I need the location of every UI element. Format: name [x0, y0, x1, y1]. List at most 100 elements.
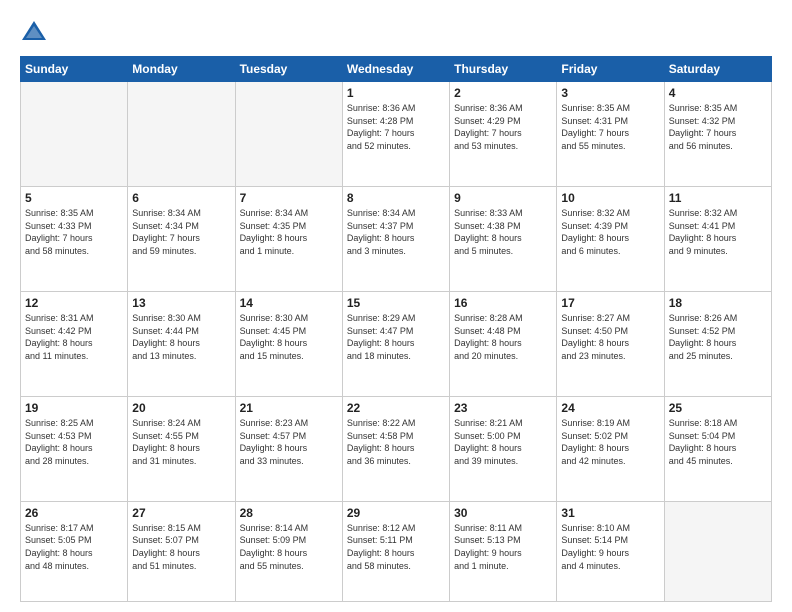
- calendar-cell: 20 Sunrise: 8:24 AM Sunset: 4:55 PM Dayli…: [128, 396, 235, 501]
- day-number: 19: [25, 401, 123, 415]
- calendar-cell: 26Sunrise: 8:17 AM Sunset: 5:05 PM Dayli…: [21, 501, 128, 601]
- calendar-week-row: 1Sunrise: 8:36 AM Sunset: 4:28 PM Daylig…: [21, 82, 772, 187]
- calendar-cell: 24 Sunrise: 8:19 AM Sunset: 5:02 PM Dayli…: [557, 396, 664, 501]
- calendar-cell: [235, 82, 342, 187]
- day-info: Sunrise: 8:25 AM Sunset: 4:53 PM Dayligh…: [25, 417, 123, 467]
- day-info: Sunrise: 8:35 AM Sunset: 4:33 PM Dayligh…: [25, 207, 123, 257]
- day-info: Sunrise: 8:34 AM Sunset: 4:37 PM Dayligh…: [347, 207, 445, 257]
- calendar-cell: 3Sunrise: 8:35 AM Sunset: 4:31 PM Daylig…: [557, 82, 664, 187]
- calendar-cell: 25 Sunrise: 8:18 AM Sunset: 5:04 PM Dayli…: [664, 396, 771, 501]
- day-number: 16: [454, 296, 552, 310]
- day-number: 8: [347, 191, 445, 205]
- day-number: 31: [561, 506, 659, 520]
- weekday-header-tuesday: Tuesday: [235, 57, 342, 82]
- calendar-cell: 21 Sunrise: 8:23 AM Sunset: 4:57 PM Dayli…: [235, 396, 342, 501]
- calendar-week-row: 12 Sunrise: 8:31 AM Sunset: 4:42 PM Dayli…: [21, 291, 772, 396]
- day-info: Sunrise: 8:26 AM Sunset: 4:52 PM Dayligh…: [669, 312, 767, 362]
- weekday-header-sunday: Sunday: [21, 57, 128, 82]
- day-info: Sunrise: 8:34 AM Sunset: 4:35 PM Dayligh…: [240, 207, 338, 257]
- calendar-cell: 22Sunrise: 8:22 AM Sunset: 4:58 PM Dayli…: [342, 396, 449, 501]
- calendar-cell: 14 Sunrise: 8:30 AM Sunset: 4:45 PM Dayli…: [235, 291, 342, 396]
- day-number: 7: [240, 191, 338, 205]
- day-number: 24: [561, 401, 659, 415]
- day-number: 6: [132, 191, 230, 205]
- day-info: Sunrise: 8:33 AM Sunset: 4:38 PM Dayligh…: [454, 207, 552, 257]
- day-info: Sunrise: 8:32 AM Sunset: 4:39 PM Dayligh…: [561, 207, 659, 257]
- day-info: Sunrise: 8:30 AM Sunset: 4:44 PM Dayligh…: [132, 312, 230, 362]
- day-number: 21: [240, 401, 338, 415]
- day-number: 10: [561, 191, 659, 205]
- day-number: 9: [454, 191, 552, 205]
- day-info: Sunrise: 8:36 AM Sunset: 4:29 PM Dayligh…: [454, 102, 552, 152]
- calendar-week-row: 5 Sunrise: 8:35 AM Sunset: 4:33 PM Daylig…: [21, 186, 772, 291]
- calendar-cell: 6 Sunrise: 8:34 AM Sunset: 4:34 PM Daylig…: [128, 186, 235, 291]
- day-number: 20: [132, 401, 230, 415]
- calendar-cell: 31 Sunrise: 8:10 AM Sunset: 5:14 PM Dayli…: [557, 501, 664, 601]
- calendar-cell: 27 Sunrise: 8:15 AM Sunset: 5:07 PM Dayli…: [128, 501, 235, 601]
- day-info: Sunrise: 8:21 AM Sunset: 5:00 PM Dayligh…: [454, 417, 552, 467]
- day-info: Sunrise: 8:11 AM Sunset: 5:13 PM Dayligh…: [454, 522, 552, 572]
- calendar-cell: 5 Sunrise: 8:35 AM Sunset: 4:33 PM Daylig…: [21, 186, 128, 291]
- calendar-cell: 28 Sunrise: 8:14 AM Sunset: 5:09 PM Dayli…: [235, 501, 342, 601]
- day-number: 17: [561, 296, 659, 310]
- calendar-cell: 29 Sunrise: 8:12 AM Sunset: 5:11 PM Dayli…: [342, 501, 449, 601]
- calendar-cell: 1Sunrise: 8:36 AM Sunset: 4:28 PM Daylig…: [342, 82, 449, 187]
- day-info: Sunrise: 8:17 AM Sunset: 5:05 PM Dayligh…: [25, 522, 123, 572]
- calendar-cell: 2 Sunrise: 8:36 AM Sunset: 4:29 PM Daylig…: [450, 82, 557, 187]
- calendar-cell: 13Sunrise: 8:30 AM Sunset: 4:44 PM Dayli…: [128, 291, 235, 396]
- calendar-cell: 11 Sunrise: 8:32 AM Sunset: 4:41 PM Dayli…: [664, 186, 771, 291]
- weekday-header-friday: Friday: [557, 57, 664, 82]
- day-info: Sunrise: 8:10 AM Sunset: 5:14 PM Dayligh…: [561, 522, 659, 572]
- day-number: 14: [240, 296, 338, 310]
- day-info: Sunrise: 8:31 AM Sunset: 4:42 PM Dayligh…: [25, 312, 123, 362]
- calendar-cell: 17 Sunrise: 8:27 AM Sunset: 4:50 PM Dayli…: [557, 291, 664, 396]
- day-info: Sunrise: 8:19 AM Sunset: 5:02 PM Dayligh…: [561, 417, 659, 467]
- calendar-week-row: 19 Sunrise: 8:25 AM Sunset: 4:53 PM Dayli…: [21, 396, 772, 501]
- day-info: Sunrise: 8:18 AM Sunset: 5:04 PM Dayligh…: [669, 417, 767, 467]
- calendar-cell: 18Sunrise: 8:26 AM Sunset: 4:52 PM Dayli…: [664, 291, 771, 396]
- day-number: 2: [454, 86, 552, 100]
- day-info: Sunrise: 8:34 AM Sunset: 4:34 PM Dayligh…: [132, 207, 230, 257]
- day-number: 5: [25, 191, 123, 205]
- weekday-header-saturday: Saturday: [664, 57, 771, 82]
- day-number: 1: [347, 86, 445, 100]
- day-number: 12: [25, 296, 123, 310]
- page: SundayMondayTuesdayWednesdayThursdayFrid…: [0, 0, 792, 612]
- day-number: 11: [669, 191, 767, 205]
- calendar-table: SundayMondayTuesdayWednesdayThursdayFrid…: [20, 56, 772, 602]
- day-info: Sunrise: 8:23 AM Sunset: 4:57 PM Dayligh…: [240, 417, 338, 467]
- day-info: Sunrise: 8:32 AM Sunset: 4:41 PM Dayligh…: [669, 207, 767, 257]
- day-number: 27: [132, 506, 230, 520]
- calendar-cell: 10 Sunrise: 8:32 AM Sunset: 4:39 PM Dayli…: [557, 186, 664, 291]
- calendar-cell: 15 Sunrise: 8:29 AM Sunset: 4:47 PM Dayli…: [342, 291, 449, 396]
- day-number: 29: [347, 506, 445, 520]
- day-number: 25: [669, 401, 767, 415]
- day-info: Sunrise: 8:28 AM Sunset: 4:48 PM Dayligh…: [454, 312, 552, 362]
- day-info: Sunrise: 8:35 AM Sunset: 4:32 PM Dayligh…: [669, 102, 767, 152]
- day-number: 23: [454, 401, 552, 415]
- day-info: Sunrise: 8:22 AM Sunset: 4:58 PM Dayligh…: [347, 417, 445, 467]
- day-number: 15: [347, 296, 445, 310]
- weekday-header-monday: Monday: [128, 57, 235, 82]
- calendar-cell: 16 Sunrise: 8:28 AM Sunset: 4:48 PM Dayli…: [450, 291, 557, 396]
- calendar-cell: 9 Sunrise: 8:33 AM Sunset: 4:38 PM Daylig…: [450, 186, 557, 291]
- day-number: 4: [669, 86, 767, 100]
- calendar-cell: [664, 501, 771, 601]
- logo: [20, 18, 52, 46]
- calendar-cell: 30 Sunrise: 8:11 AM Sunset: 5:13 PM Dayli…: [450, 501, 557, 601]
- day-info: Sunrise: 8:14 AM Sunset: 5:09 PM Dayligh…: [240, 522, 338, 572]
- day-info: Sunrise: 8:30 AM Sunset: 4:45 PM Dayligh…: [240, 312, 338, 362]
- calendar-cell: 7 Sunrise: 8:34 AM Sunset: 4:35 PM Daylig…: [235, 186, 342, 291]
- day-number: 30: [454, 506, 552, 520]
- weekday-header-wednesday: Wednesday: [342, 57, 449, 82]
- day-info: Sunrise: 8:27 AM Sunset: 4:50 PM Dayligh…: [561, 312, 659, 362]
- calendar-week-row: 26Sunrise: 8:17 AM Sunset: 5:05 PM Dayli…: [21, 501, 772, 601]
- day-info: Sunrise: 8:12 AM Sunset: 5:11 PM Dayligh…: [347, 522, 445, 572]
- logo-icon: [20, 18, 48, 46]
- day-info: Sunrise: 8:24 AM Sunset: 4:55 PM Dayligh…: [132, 417, 230, 467]
- day-info: Sunrise: 8:15 AM Sunset: 5:07 PM Dayligh…: [132, 522, 230, 572]
- day-info: Sunrise: 8:29 AM Sunset: 4:47 PM Dayligh…: [347, 312, 445, 362]
- calendar-cell: [21, 82, 128, 187]
- day-number: 28: [240, 506, 338, 520]
- calendar-header-row: SundayMondayTuesdayWednesdayThursdayFrid…: [21, 57, 772, 82]
